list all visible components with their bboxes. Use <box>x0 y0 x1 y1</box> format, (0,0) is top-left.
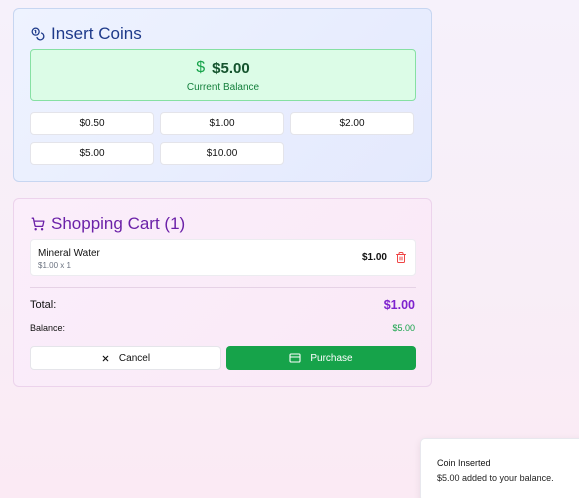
total-value: $1.00 <box>383 298 415 312</box>
toast-message: $5.00 added to your balance. <box>437 473 554 483</box>
credit-card-icon <box>289 353 301 363</box>
shopping-cart-icon <box>31 217 45 231</box>
dollar-sign-icon: $ <box>196 59 206 76</box>
balance-amount: $5.00 <box>212 59 250 77</box>
balance-amount-row: $ $5.00 <box>31 59 415 77</box>
coin-button-0-50[interactable]: $0.50 <box>30 112 154 135</box>
balance-label: Current Balance <box>186 82 260 93</box>
coin-button-10-00[interactable]: $10.00 <box>160 142 284 165</box>
shopping-cart-panel: Shopping Cart (1) Mineral Water $1.00 x … <box>13 198 432 387</box>
coin-button-2-00[interactable]: $2.00 <box>290 112 414 135</box>
toast-title: Coin Inserted <box>437 458 491 468</box>
insert-coins-panel: Insert Coins $ $5.00 Current Balance $0.… <box>13 8 432 182</box>
shopping-cart-title: Shopping Cart (1) <box>51 214 186 233</box>
purchase-button[interactable]: Purchase <box>226 346 416 370</box>
current-balance-box: $ $5.00 Current Balance <box>30 49 416 101</box>
cancel-button-label: Cancel <box>118 352 151 364</box>
cart-divider <box>30 287 416 288</box>
cart-item-price: $1.00 <box>361 252 387 263</box>
shopping-cart-header: Shopping Cart (1) <box>31 214 185 234</box>
cancel-button[interactable]: Cancel <box>30 346 221 370</box>
cart-item-name: Mineral Water <box>38 248 100 259</box>
cart-item: Mineral Water $1.00 x 1 $1.00 <box>30 239 416 276</box>
cart-balance-value: $5.00 <box>392 323 415 333</box>
coin-button-5-00[interactable]: $5.00 <box>30 142 154 165</box>
coins-icon <box>31 27 45 41</box>
coin-button-1-00[interactable]: $1.00 <box>160 112 284 135</box>
insert-coins-header: Insert Coins <box>31 24 142 44</box>
purchase-button-label: Purchase <box>310 352 353 364</box>
total-label: Total: <box>30 299 57 311</box>
x-icon <box>101 354 110 363</box>
toast-notification[interactable]: Coin Inserted $5.00 added to your balanc… <box>420 438 579 498</box>
cart-item-detail: $1.00 x 1 <box>38 261 71 270</box>
trash-icon[interactable] <box>395 251 407 264</box>
cart-balance-label: Balance: <box>30 323 66 333</box>
insert-coins-title: Insert Coins <box>51 24 142 43</box>
